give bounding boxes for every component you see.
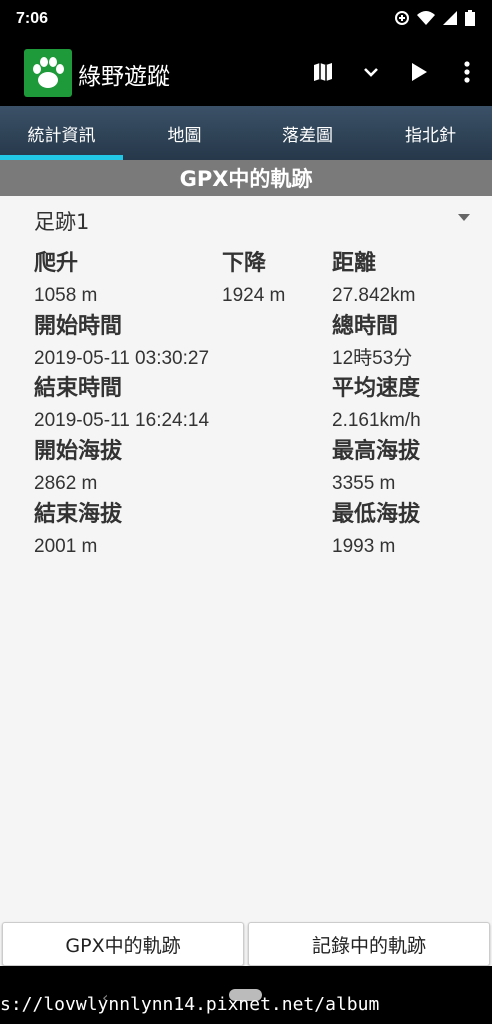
stat-label: 最低海拔 (332, 502, 421, 527)
stat-label: 開始時間 (34, 314, 123, 339)
stat-value: 27.842km (332, 285, 416, 306)
recording-track-button[interactable]: 記錄中的軌跡 (248, 922, 490, 966)
more-vert-icon (464, 61, 470, 83)
stat-start-time: 開始時間 2019-05-11 03:30:27 (34, 313, 209, 372)
track-dropdown[interactable]: 足跡1 (34, 202, 474, 236)
stat-label: 平均速度 (332, 376, 421, 401)
stat-label: 結束時間 (34, 376, 123, 401)
stat-label: 距離 (332, 251, 377, 276)
stat-end-elevation: 結束海拔 2001 m (34, 501, 122, 560)
stat-max-elevation: 最高海拔 3355 m (332, 438, 420, 497)
stat-ascent: 爬升 1058 m (34, 250, 97, 309)
stat-value: 2019-05-11 16:24:14 (34, 410, 210, 431)
stat-label: 最高海拔 (332, 439, 421, 464)
watermark-url: s://lovwlynnlynn14.pixnet.net/album (0, 994, 380, 1015)
paw-logo-icon (24, 49, 72, 97)
stat-min-elevation: 最低海拔 1993 m (332, 501, 420, 560)
dropdown-arrow-icon (458, 214, 470, 221)
dropdown-button[interactable] (358, 57, 384, 87)
stat-label: 開始海拔 (34, 439, 123, 464)
stat-total-time: 總時間 12時53分 (332, 313, 412, 372)
status-icons (394, 9, 476, 27)
stat-value: 2.161km/h (332, 410, 421, 431)
map-icon (314, 63, 332, 81)
stat-value: 1058 m (34, 285, 98, 306)
status-time: 7:06 (16, 10, 49, 27)
stat-label: 結束海拔 (34, 502, 123, 527)
battery-icon (465, 10, 475, 26)
stat-end-time: 結束時間 2019-05-11 16:24:14 (34, 375, 209, 434)
wifi-icon (417, 11, 435, 25)
app-title: 綠野遊蹤 (78, 64, 170, 90)
stat-value: 2862 m (34, 473, 98, 494)
tab-map[interactable]: 地圖 (123, 106, 246, 160)
tab-compass[interactable]: 指北針 (369, 106, 492, 160)
section-title: GPX中的軌跡 (0, 160, 492, 196)
chevron-down-icon (364, 68, 378, 77)
stat-value: 3355 m (332, 473, 396, 494)
app-bar: 綠野遊蹤 (0, 40, 492, 106)
play-button[interactable] (406, 57, 432, 87)
stat-value: 2001 m (34, 536, 98, 557)
play-icon (412, 63, 427, 81)
stat-descent: 下降 1924 m (222, 250, 285, 309)
tab-statistics[interactable]: 統計資訊 (0, 106, 123, 160)
stat-value: 1924 m (222, 285, 286, 306)
stat-avg-speed: 平均速度 2.161km/h (332, 375, 421, 434)
track-dropdown-value: 足跡1 (34, 210, 90, 234)
status-bar: 7:06 (0, 0, 492, 40)
stat-distance: 距離 27.842km (332, 250, 415, 309)
stat-value: 2019-05-11 03:30:27 (34, 348, 210, 369)
map-button[interactable] (310, 57, 336, 87)
stat-label: 總時間 (332, 314, 399, 339)
data-saver-icon (395, 11, 409, 25)
tab-elevation-profile[interactable]: 落差圖 (246, 106, 369, 160)
tab-bar: 統計資訊 地圖 落差圖 指北針 (0, 106, 492, 160)
stat-label: 爬升 (34, 251, 79, 276)
stat-start-elevation: 開始海拔 2862 m (34, 438, 122, 497)
app-actions (310, 57, 480, 87)
stat-label: 下降 (222, 251, 267, 276)
stat-value: 12時53分 (332, 348, 413, 369)
stat-value: 1993 m (332, 536, 396, 557)
signal-icon (443, 11, 457, 25)
overflow-menu-button[interactable] (454, 57, 480, 87)
gpx-track-button[interactable]: GPX中的軌跡 (2, 922, 244, 966)
bottom-button-bar: GPX中的軌跡 記錄中的軌跡 (0, 922, 492, 966)
